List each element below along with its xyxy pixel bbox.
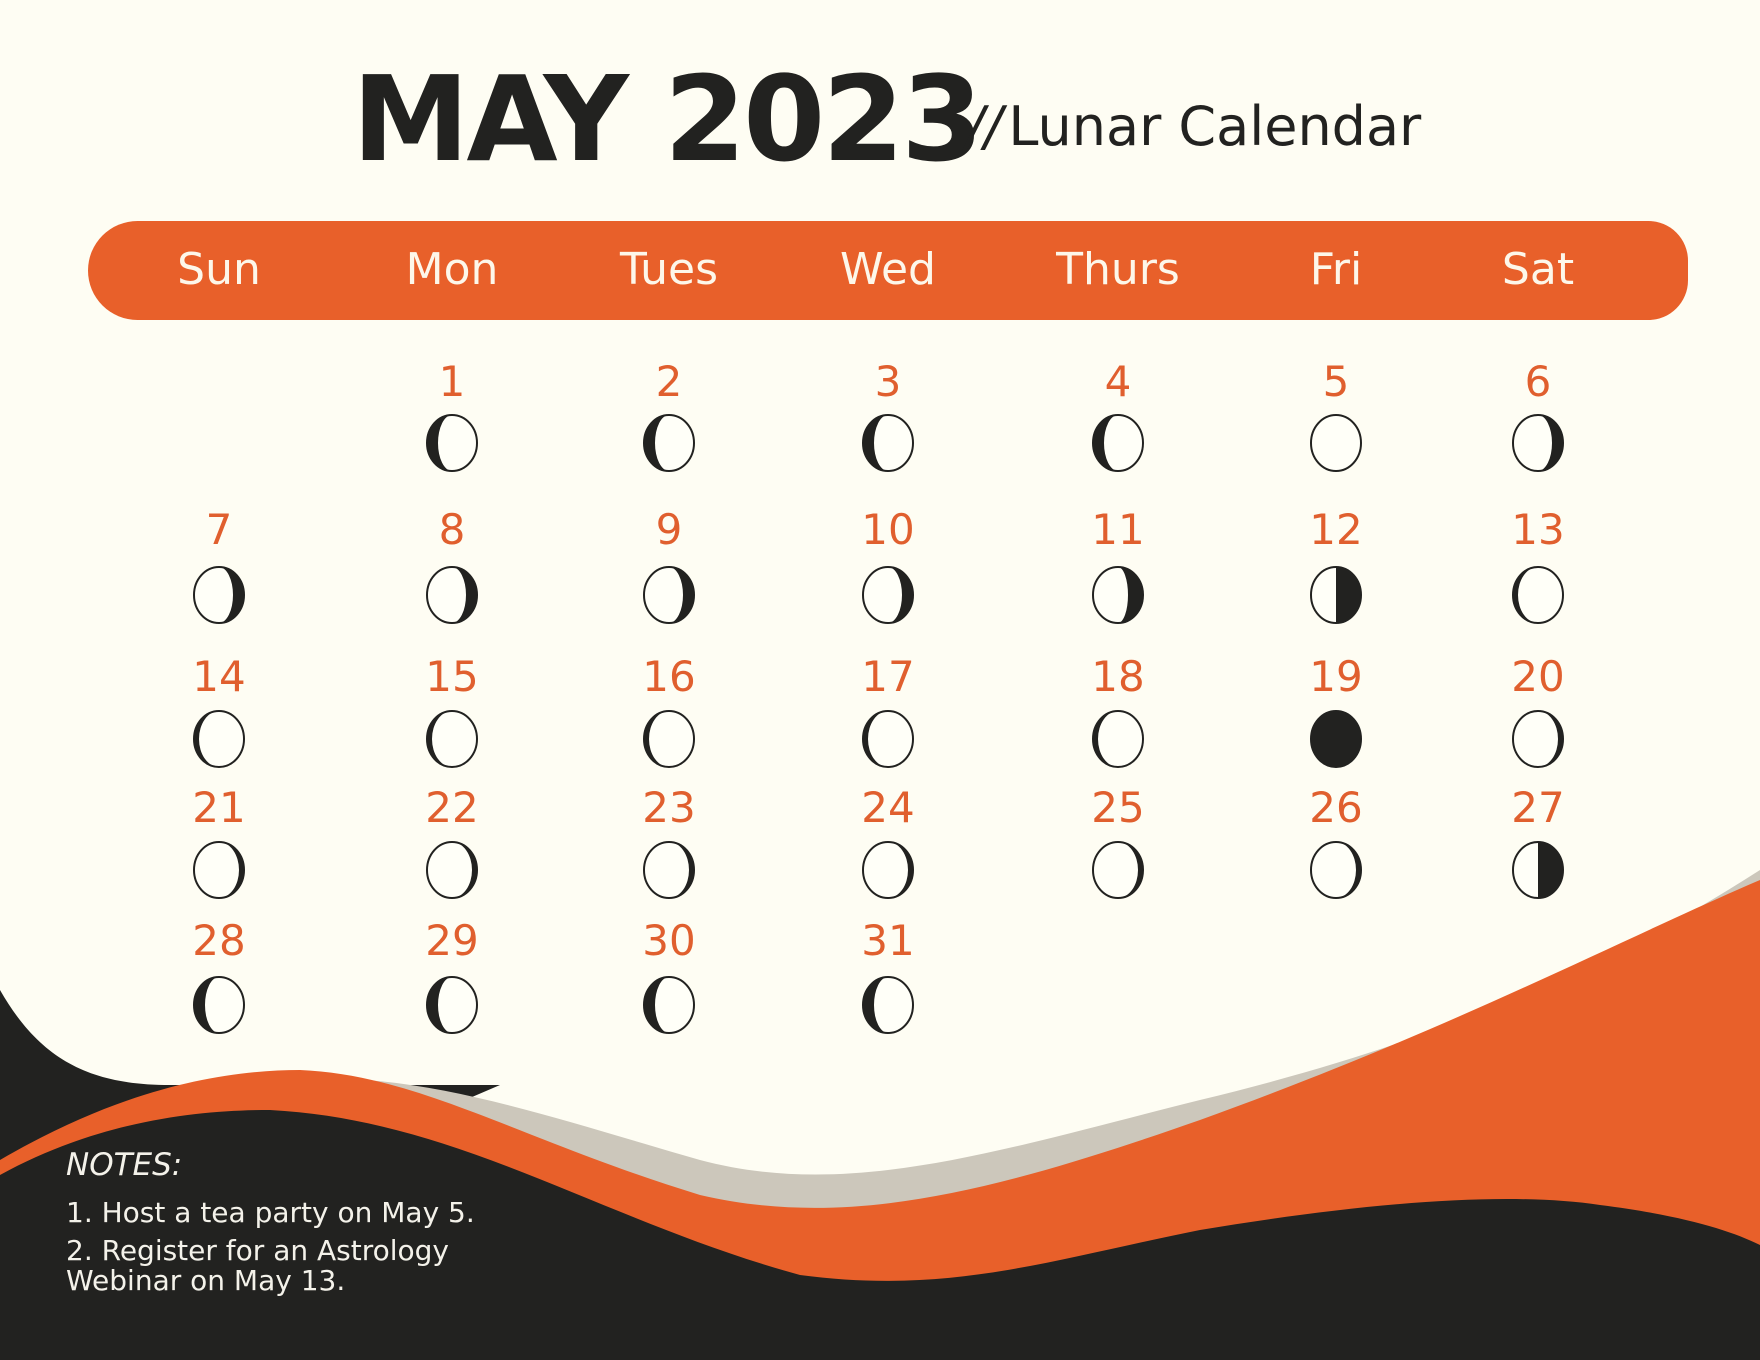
day-number: 22 [425,783,479,832]
day-number: 23 [642,783,696,832]
day-number: 26 [1309,783,1363,832]
moon-phase-icon [424,975,480,1035]
day-number: 29 [425,916,479,965]
moon-phase-icon [1510,709,1566,769]
moon-phase-icon [860,709,916,769]
weekday-tues: Tues [619,244,719,295]
moon-phase-icon [1090,709,1146,769]
day-number: 21 [192,783,246,832]
moon-phase-icon [641,709,697,769]
day-number: 27 [1511,783,1565,832]
day-number: 20 [1511,652,1565,701]
note-line: 1. Host a tea party on May 5. [66,1196,475,1229]
day-number: 18 [1091,652,1145,701]
page-title: MAY 2023 [352,50,983,188]
moon-phase-icon [1308,709,1364,769]
day-number: 9 [655,505,683,554]
weekday-sun: Sun [177,244,261,295]
moon-phase-icon [191,840,247,900]
weekday-thurs: Thurs [1056,244,1180,295]
day-number: 8 [438,505,466,554]
moon-phase-icon [1308,565,1364,625]
moon-phase-icon [641,413,697,473]
moon-phase-icon [424,565,480,625]
moon-phase-icon [1090,840,1146,900]
day-number: 12 [1309,505,1363,554]
day-number: 16 [642,652,696,701]
moon-phase-icon [860,840,916,900]
moon-phase-icon [1308,413,1364,473]
day-number: 6 [1524,357,1552,406]
weekday-fri: Fri [1309,244,1363,295]
moon-phase-icon [424,413,480,473]
day-number: 2 [655,357,683,406]
day-number: 10 [861,505,915,554]
day-number: 15 [425,652,479,701]
day-number: 11 [1091,505,1145,554]
moon-phase-icon [191,975,247,1035]
moon-phase-icon [641,840,697,900]
moon-phase-icon [1510,413,1566,473]
moon-phase-icon [424,840,480,900]
moon-phase-icon [191,565,247,625]
notes-title: NOTES: [66,1147,183,1183]
page-subtitle: //Lunar Calendar [966,100,1421,154]
day-number: 7 [205,505,233,554]
day-number: 24 [861,783,915,832]
moon-phase-icon [1510,840,1566,900]
day-number: 17 [861,652,915,701]
day-number: 13 [1511,505,1565,554]
moon-phase-icon [641,975,697,1035]
note-line: 2. Register for an Astrology [66,1234,450,1267]
moon-phase-icon [860,565,916,625]
day-number: 28 [192,916,246,965]
moon-phase-icon [1308,840,1364,900]
title-separator: // [966,95,1003,158]
moon-phase-icon [191,709,247,769]
weekday-wed: Wed [840,244,936,295]
day-number: 5 [1322,357,1350,406]
moon-phase-icon [860,975,916,1035]
day-number: 19 [1309,652,1363,701]
day-number: 30 [642,916,696,965]
day-number: 4 [1104,357,1132,406]
day-number: 1 [438,357,466,406]
day-number: 25 [1091,783,1145,832]
day-number: 31 [861,916,915,965]
moon-phase-icon [424,709,480,769]
subtitle-text: Lunar Calendar [1008,95,1422,158]
weekday-mon: Mon [405,244,499,295]
moon-phase-icon [1090,413,1146,473]
weekday-sat: Sat [1501,244,1575,295]
note-line: Webinar on May 13. [66,1264,346,1297]
day-number: 14 [192,652,246,701]
moon-phase-icon [641,565,697,625]
moon-phase-icon [860,413,916,473]
moon-phase-icon [1090,565,1146,625]
moon-phase-icon [1510,565,1566,625]
day-number: 3 [874,357,902,406]
